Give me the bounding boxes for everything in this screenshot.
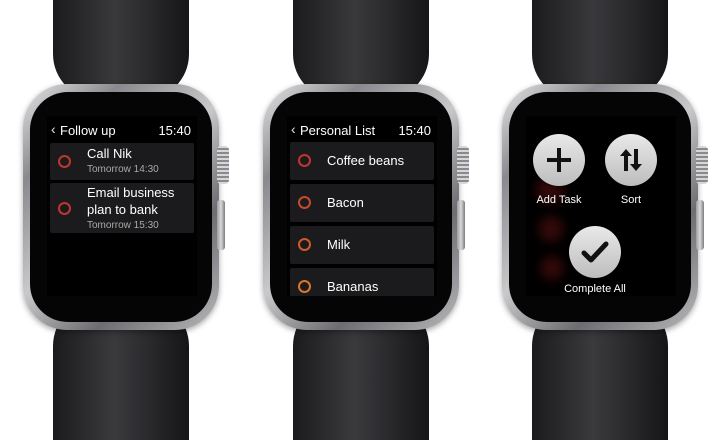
item-label: Bacon	[327, 195, 364, 210]
watch-screen: ‹ Follow up 15:40 Call Nik Tomorrow 14:3…	[47, 116, 197, 296]
back-chevron-icon[interactable]: ‹	[291, 121, 296, 137]
side-button[interactable]	[457, 200, 465, 250]
item-label: Bananas	[327, 279, 379, 294]
sort-button[interactable]	[605, 134, 657, 186]
screen-header: ‹ Follow up 15:40	[47, 121, 197, 140]
list-title[interactable]: Follow up	[60, 123, 116, 138]
plus-icon	[547, 148, 571, 172]
screen-header: ‹ Personal List 15:40	[287, 121, 437, 140]
blurred-background	[540, 256, 564, 280]
list-item[interactable]: Coffee beans	[290, 142, 434, 180]
checkmark-icon	[581, 241, 609, 263]
task-due-time: Tomorrow 14:30	[87, 164, 159, 175]
item-complete-circle-icon[interactable]	[298, 196, 311, 209]
clock-time: 15:40	[158, 123, 191, 138]
watch-follow-up: ‹ Follow up 15:40 Call Nik Tomorrow 14:3…	[5, 0, 237, 440]
list-item[interactable]: Bacon	[290, 184, 434, 222]
task-due-time: Tomorrow 15:30	[87, 220, 159, 231]
task-row[interactable]: Call Nik Tomorrow 14:30	[50, 143, 194, 180]
add-task-label: Add Task	[536, 194, 582, 206]
sort-label: Sort	[620, 194, 642, 206]
item-complete-circle-icon[interactable]	[298, 238, 311, 251]
side-button[interactable]	[696, 200, 704, 250]
task-title-line-2: plan to bank	[87, 202, 158, 217]
side-button[interactable]	[217, 200, 225, 250]
task-row[interactable]: Email business plan to bank Tomorrow 15:…	[50, 183, 194, 233]
task-title: Call Nik	[87, 146, 132, 161]
watch-screen: ‹ Personal List 15:40 Coffee beans Bacon…	[287, 116, 437, 296]
add-task-button[interactable]	[533, 134, 585, 186]
item-label: Milk	[327, 237, 351, 252]
complete-all-button[interactable]	[569, 226, 621, 278]
clock-time: 15:40	[398, 123, 431, 138]
sort-arrows-icon	[620, 149, 642, 171]
watch-force-touch-menu: Add Task Sort Complete All	[484, 0, 716, 440]
digital-crown[interactable]	[696, 146, 708, 184]
list-title[interactable]: Personal List	[300, 123, 375, 138]
back-chevron-icon[interactable]: ‹	[51, 121, 56, 137]
watch-screen: Add Task Sort Complete All	[526, 116, 676, 296]
blurred-background	[538, 216, 564, 242]
task-complete-circle-icon[interactable]	[58, 155, 71, 168]
item-complete-circle-icon[interactable]	[298, 154, 311, 167]
list-item[interactable]: Milk	[290, 226, 434, 264]
digital-crown[interactable]	[217, 146, 229, 184]
item-complete-circle-icon[interactable]	[298, 280, 311, 293]
task-complete-circle-icon[interactable]	[58, 202, 71, 215]
watch-personal-list: ‹ Personal List 15:40 Coffee beans Bacon…	[245, 0, 477, 440]
task-title-line-1: Email business	[87, 185, 175, 200]
digital-crown[interactable]	[457, 146, 469, 184]
list-item[interactable]: Bananas	[290, 268, 434, 296]
item-label: Coffee beans	[327, 153, 405, 168]
complete-all-label: Complete All	[564, 283, 626, 295]
